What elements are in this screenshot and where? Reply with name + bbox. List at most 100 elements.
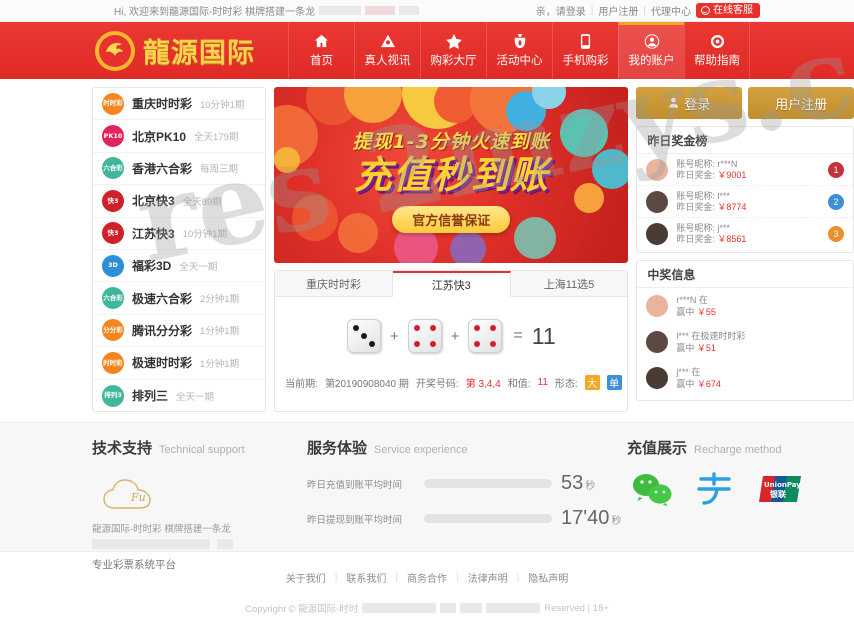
login-link[interactable]: 亲，请登录	[536, 3, 586, 18]
sidebar-item-name: 福彩3D	[132, 259, 172, 274]
sidebar-item-name: 江苏快3	[132, 226, 175, 241]
equals-operator: =	[513, 327, 523, 344]
nav-item-home[interactable]: 首页	[288, 22, 354, 79]
nav-item-live-video[interactable]: 真人视讯	[354, 22, 420, 79]
hit-amount: ￥51	[696, 343, 716, 353]
lottery-tab-1[interactable]: 重庆时时彩	[275, 271, 393, 296]
lottery-tab-3[interactable]: 上海11选5	[510, 271, 628, 296]
separator: |	[643, 5, 646, 16]
hit-amount: ￥55	[696, 307, 716, 317]
banner-line-1: 提现1-3分钟火速到账	[352, 131, 550, 153]
service-bar-number: 17'40	[561, 507, 610, 529]
draw-meta: 当前期: 第20190908040 期 开奖号码: 第 3,4,4 和值: 11…	[275, 375, 627, 390]
plus-operator: +	[389, 327, 399, 345]
bonus-label: 昨日奖金:	[676, 169, 715, 180]
sidebar-item-9[interactable]: 时时彩 极速时时彩 1分钟1期	[93, 347, 266, 380]
sidebar-item-5[interactable]: 快3 江苏快3 10分钟1期	[93, 218, 266, 250]
sidebar-item-8[interactable]: 分分彩 腾讯分分彩 1分钟1期	[93, 315, 266, 348]
footer-link[interactable]: 法律声明	[468, 570, 508, 585]
redacted-block	[365, 6, 396, 15]
main-content: 时时彩 重庆时时彩 10分钟1期 PK10 北京PK10 全天179期 六合彩 香港六合彩 每周…	[0, 79, 854, 412]
winner-info: j*** 在赢中 ￥674	[676, 366, 721, 390]
lottery-tab-2[interactable]: 江苏快3	[392, 271, 511, 297]
nav-items: 首页 真人视讯 购彩大厅 活动中心 手机购彩 我的账户 帮助指南	[288, 22, 750, 79]
sidebar-item-7[interactable]: 六合彩 极速六合彩 2分钟1期	[93, 282, 266, 315]
service-experience-block: 服务体验 Service experience 昨日充值到账平均时间 53 秒昨日提…	[307, 437, 627, 551]
welcome-text: Hi, 欢迎来到龍源国际-时时彩 棋牌搭建一条龙	[114, 7, 316, 18]
svg-text:Fu: Fu	[130, 491, 146, 504]
rank-badge: 2	[828, 193, 844, 210]
register-button[interactable]: 用户注册	[748, 87, 854, 119]
winner-line-1: r***N 在	[676, 295, 708, 305]
wechat-pay-icon	[631, 472, 673, 509]
nav-item-lottery-hall[interactable]: 购彩大厅	[420, 22, 486, 79]
recharge-heading: 充值展示 Recharge method	[627, 437, 847, 458]
help-icon	[710, 33, 725, 49]
site-logo[interactable]: 龍源国际	[88, 22, 288, 79]
sidebar-item-schedule: 10分钟1期	[200, 99, 245, 111]
sidebar-item-schedule: 1分钟1期	[200, 326, 240, 338]
sidebar-item-6[interactable]: 3D 福彩3D 全天一期	[93, 250, 266, 283]
footer-link[interactable]: 隐私声明	[528, 570, 568, 585]
live-video-icon	[380, 33, 396, 49]
page-root: Hi, 欢迎来到龍源国际-时时彩 棋牌搭建一条龙 亲，请登录 | 用户注册 | …	[0, 0, 854, 633]
online-service-button[interactable]: 在线客服	[696, 3, 760, 18]
sidebar-item-1[interactable]: 时时彩 重庆时时彩 10分钟1期	[93, 88, 266, 121]
sidebar-item-2[interactable]: PK10 北京PK10 全天179期	[93, 120, 266, 153]
lottery-badge-icon: 时时彩	[102, 351, 124, 374]
winner-line-2: 赢中 ￥674	[676, 378, 721, 390]
tech-support-heading: 技术支持 Technical support	[92, 437, 307, 458]
hit-label: 赢中	[676, 379, 695, 389]
nav-label: 购彩大厅	[430, 55, 477, 67]
payment-logos: UnionPay 银联	[627, 472, 847, 509]
service-bar-track	[424, 479, 552, 488]
login-button[interactable]: 登录	[636, 87, 743, 119]
banner-cta-button[interactable]: 官方信誉保证	[392, 206, 511, 233]
tech-brand-line: 龍源国际-时时彩 棋牌搭建一条龙	[92, 524, 231, 535]
rank-badge: 1	[828, 161, 844, 178]
star-icon	[445, 33, 462, 49]
nick-label: 账号昵称:	[676, 190, 715, 201]
die-2	[407, 319, 442, 353]
separator: |	[590, 5, 594, 16]
lottery-badge-icon: 快3	[102, 189, 124, 212]
nick-value: r***N	[717, 158, 738, 169]
register-link[interactable]: 用户注册	[598, 3, 638, 18]
footer-link[interactable]: 联系我们	[346, 570, 386, 585]
nav-item-activity-center[interactable]: 活动中心	[486, 22, 552, 79]
tech-support-title-cn: 技术支持	[92, 440, 153, 457]
sidebar-item-schedule: 全天179期	[194, 132, 239, 144]
nick-label: 账号昵称:	[676, 158, 715, 169]
rank-info: 账号昵称: r***N 昨日奖金: ￥9001	[676, 159, 820, 181]
lottery-sidebar: 时时彩 重庆时时彩 10分钟1期 PK10 北京PK10 全天179期 六合彩 香港六合彩 每周…	[92, 87, 267, 412]
sidebar-item-3[interactable]: 六合彩 香港六合彩 每周三期	[93, 153, 266, 186]
nav-item-my-account[interactable]: 我的账户	[618, 22, 684, 79]
sidebar-item-10[interactable]: 排列3 排列三 全天一期	[93, 380, 265, 411]
bonus-ranking-list: 账号昵称: r***N 昨日奖金: ￥9001 1 账号昵称: l*** 昨日奖金: ￥…	[637, 154, 853, 250]
login-button-label: 登录	[684, 96, 711, 112]
winner-row: j*** 在赢中 ￥674	[637, 360, 853, 396]
winner-line-1: j*** 在	[676, 367, 701, 377]
avatar	[646, 295, 669, 317]
nav-item-help-guide[interactable]: 帮助指南	[684, 22, 750, 79]
footer-link[interactable]: 商务合作	[407, 570, 447, 585]
dice-sum-value: 11	[531, 322, 556, 349]
headset-icon	[701, 6, 710, 15]
nav-label: 我的账户	[628, 55, 675, 67]
agent-center-link[interactable]: 代理中心	[651, 3, 691, 18]
separator: |	[395, 572, 398, 583]
form-label: 形态:	[554, 379, 578, 390]
mobile-icon	[580, 33, 591, 49]
nav-label: 帮助指南	[694, 55, 740, 67]
sidebar-item-4[interactable]: 快3 北京快3 全天89期	[93, 185, 266, 218]
main-navigation: 龍源国际 首页 真人视讯 购彩大厅 活动中心 手机购彩 我的账户 帮助指南	[0, 22, 854, 79]
dragon-logo-icon	[94, 30, 136, 72]
nav-item-mobile-lottery[interactable]: 手机购彩	[552, 22, 618, 79]
winner-info: l*** 在极速时时彩 赢中 ￥51	[676, 330, 745, 354]
sidebar-item-name: 北京PK10	[132, 129, 187, 144]
winning-info-title: 中奖信息	[637, 261, 853, 288]
user-icon	[668, 96, 679, 111]
promo-banner[interactable]: 提现1-3分钟火速到账 充值秒到账 官方信誉保证	[274, 87, 629, 263]
winner-line-2: 赢中 ￥55	[676, 306, 716, 318]
redacted-block	[319, 6, 362, 15]
